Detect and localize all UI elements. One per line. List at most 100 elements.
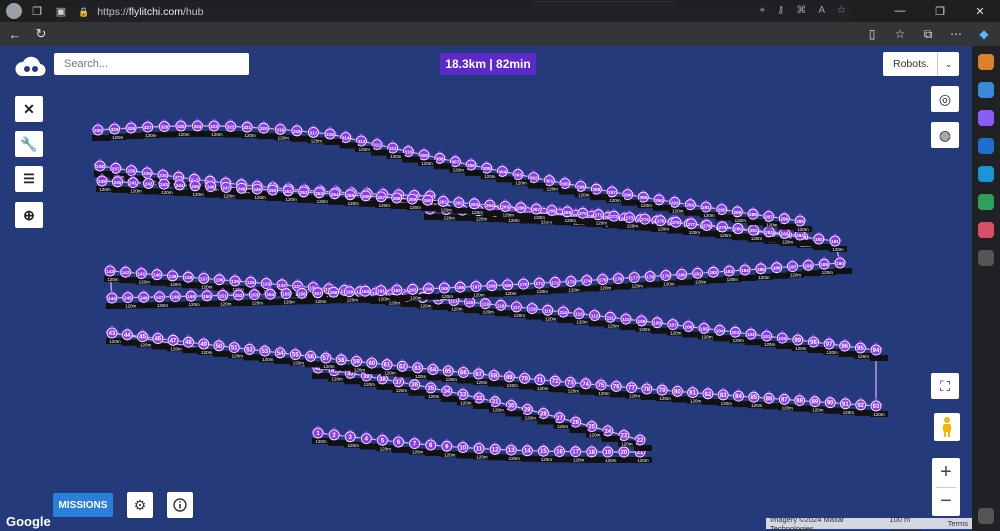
missions-button[interactable]: MISSIONS xyxy=(53,493,113,517)
waypoint-marker[interactable]: 120m 87 xyxy=(777,391,797,411)
waypoint-marker[interactable]: 78 xyxy=(639,380,659,400)
waypoint-marker[interactable]: 120m 189 xyxy=(817,256,837,276)
waypoint-layer[interactable]: 120m1 2120m3 4120m5 6120m7 8120m9 10120m11 121… xyxy=(0,46,972,531)
search-input[interactable] xyxy=(54,53,249,75)
waypoint-marker[interactable]: 120m 145 xyxy=(120,289,140,309)
add-sidebar-icon[interactable] xyxy=(978,250,994,266)
waypoint-marker[interactable]: 120m 79 xyxy=(655,382,675,402)
terms-link[interactable]: Terms xyxy=(948,519,968,528)
waypoint-marker[interactable]: 10 xyxy=(455,439,475,459)
waypoint-marker[interactable]: 120m 13 xyxy=(504,442,524,462)
waypoint-marker[interactable]: 86 xyxy=(762,390,781,410)
waypoint-marker[interactable]: 8 xyxy=(423,436,443,456)
waypoint-marker[interactable]: 182 xyxy=(706,264,726,284)
info-icon[interactable] xyxy=(167,492,193,518)
waypoint-marker[interactable]: 92 xyxy=(853,396,873,416)
waypoint-marker[interactable]: 120m 11 xyxy=(472,440,491,460)
waypoint-marker[interactable]: 80 xyxy=(670,383,690,403)
waypoint-marker[interactable]: 166 xyxy=(453,279,473,299)
waypoint-marker[interactable]: 178 xyxy=(643,268,663,288)
waypoint-marker[interactable]: 164 xyxy=(421,280,441,300)
waypoint-marker[interactable]: 120m 71 xyxy=(532,371,552,391)
waypoint-marker[interactable]: 186 xyxy=(769,259,789,279)
waypoint-marker[interactable]: 120m 93 xyxy=(869,398,888,417)
waypoint-marker[interactable]: 120m 191 xyxy=(828,233,847,252)
waypoint-marker[interactable]: 168 xyxy=(484,277,504,297)
waypoint-marker[interactable]: 256 xyxy=(358,187,378,207)
close-icon[interactable]: ✕ xyxy=(15,96,43,122)
zoom-out-button[interactable]: − xyxy=(932,487,960,516)
waypoint-marker[interactable]: 326 xyxy=(157,118,177,138)
waypoint-marker[interactable]: 120m 325 xyxy=(173,118,193,137)
waypoint-marker[interactable]: 318 xyxy=(289,122,309,142)
waypoint-marker[interactable]: 120m 91 xyxy=(838,395,858,415)
favorite-star-icon[interactable]: ☆ xyxy=(837,5,846,16)
waypoint-marker[interactable]: 120m 149 xyxy=(184,288,204,308)
back-arrow-icon[interactable]: ← xyxy=(4,24,26,44)
waypoint-marker[interactable]: 120m 19 xyxy=(600,443,620,463)
waypoint-marker[interactable]: 120m 179 xyxy=(658,267,678,287)
waypoint-marker[interactable]: 120m 177 xyxy=(627,269,647,289)
waypoint-marker[interactable]: 120m 181 xyxy=(690,265,710,285)
collections-icon[interactable]: ⧉ xyxy=(918,25,938,43)
mission-map[interactable]: 120m 1 2 120m 3 4 120m 5 6 120m 7 8 120m 9 10 120m 11 12 1… xyxy=(0,46,972,531)
waypoint-marker[interactable]: 120m 257 xyxy=(374,188,394,208)
waypoint-marker[interactable]: 120m 83 xyxy=(716,386,736,406)
waypoint-marker[interactable]: 14 xyxy=(520,442,540,462)
workspaces-icon[interactable]: ❐ xyxy=(28,2,46,20)
waypoint-marker[interactable]: 174 xyxy=(579,272,599,292)
translate-icon[interactable]: ⌘ xyxy=(796,5,806,16)
waypoint-marker[interactable]: 68 xyxy=(487,367,506,387)
waypoint-marker[interactable]: 120m 85 xyxy=(746,389,766,409)
waypoint-marker[interactable]: 170 xyxy=(516,276,536,296)
apps-icon[interactable] xyxy=(978,222,994,238)
waypoint-marker[interactable]: 120m 173 xyxy=(563,273,583,293)
profile-avatar[interactable] xyxy=(6,3,22,19)
copilot-icon[interactable]: ◆ xyxy=(974,25,994,43)
tree-icon[interactable] xyxy=(978,194,994,210)
street-view-pegman-icon[interactable] xyxy=(934,413,960,441)
waypoint-marker[interactable]: 120m 165 xyxy=(437,279,457,299)
waypoint-marker[interactable]: 84 xyxy=(731,388,751,408)
waypoint-marker[interactable]: 120m 77 xyxy=(624,379,644,399)
waypoint-marker[interactable]: 16 xyxy=(552,443,572,463)
waypoint-marker[interactable]: 172 xyxy=(548,274,568,294)
waypoint-marker[interactable]: 120m 187 xyxy=(785,258,805,278)
waypoint-marker[interactable]: 322 xyxy=(223,118,243,138)
waypoint-marker[interactable]: 120m 15 xyxy=(536,443,556,463)
waypoint-marker[interactable]: 120m 169 xyxy=(500,276,520,296)
waypoint-marker[interactable]: 120m 175 xyxy=(595,271,615,291)
waypoint-marker[interactable]: 120m 327 xyxy=(140,119,160,139)
waypoint-marker[interactable]: 254 xyxy=(327,185,347,205)
waypoint-marker[interactable]: 190 xyxy=(833,255,852,274)
waypoint-marker[interactable]: 120m 317 xyxy=(306,124,326,144)
waypoint-marker[interactable]: 120m 75 xyxy=(593,377,613,397)
waypoint-marker[interactable]: 120m 329 xyxy=(107,120,127,140)
add-poi-icon[interactable]: ⊕ xyxy=(15,202,43,228)
waypoint-marker[interactable]: 120m 143 xyxy=(103,263,122,282)
waypoint-marker[interactable]: 328 xyxy=(124,119,144,139)
shopping-icon[interactable] xyxy=(978,54,994,70)
waypoint-marker[interactable]: 324 xyxy=(190,117,210,137)
key-icon[interactable]: ⚷ xyxy=(777,5,784,16)
aircraft-select[interactable]: Robots. ⌄ xyxy=(883,52,959,76)
waypoint-marker[interactable]: 72 xyxy=(548,373,568,393)
lock-icon[interactable]: 🔒 xyxy=(78,7,89,18)
wrench-icon[interactable]: 🔧 xyxy=(15,131,43,157)
waypoint-marker[interactable]: 20 xyxy=(616,443,636,463)
maximize-button[interactable]: ❐ xyxy=(920,0,960,22)
close-window-button[interactable]: ✕ xyxy=(960,0,1000,22)
waypoint-marker[interactable]: 320 xyxy=(256,120,276,140)
waypoint-marker[interactable]: 146 xyxy=(136,289,156,309)
waypoint-marker[interactable]: 120m 183 xyxy=(722,263,742,283)
litchi-logo-icon[interactable] xyxy=(14,54,46,80)
waypoint-marker[interactable]: 120m 321 xyxy=(240,119,260,139)
waypoint-marker[interactable]: 12 xyxy=(488,441,508,461)
outlook-icon[interactable] xyxy=(978,138,994,154)
waypoint-marker[interactable]: 82 xyxy=(700,385,720,405)
waypoint-marker[interactable]: 120m 323 xyxy=(207,118,226,137)
gear-icon[interactable]: ⚙ xyxy=(127,492,153,518)
sidebar-settings-icon[interactable] xyxy=(978,508,994,524)
waypoint-marker[interactable]: 176 xyxy=(611,270,631,290)
split-screen-icon[interactable]: ▯ xyxy=(862,25,882,43)
